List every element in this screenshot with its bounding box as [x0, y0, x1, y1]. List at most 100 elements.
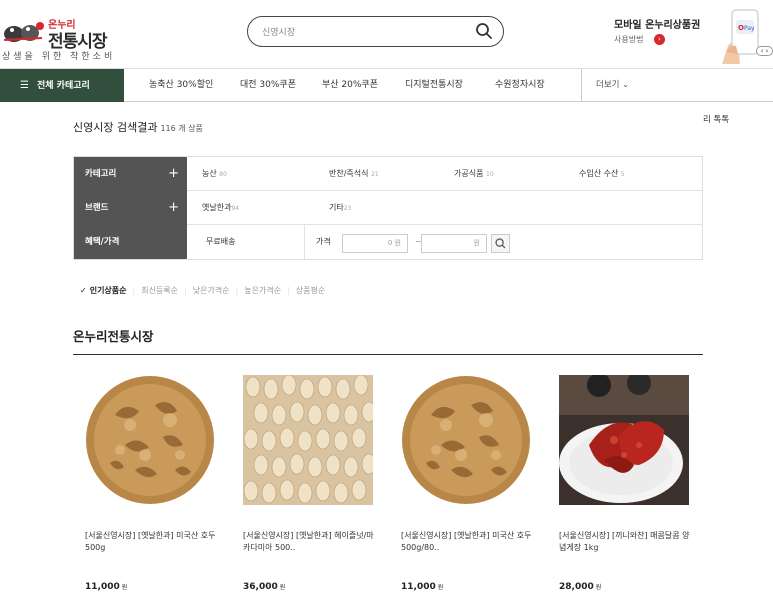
product-image-nuts[interactable] [243, 375, 373, 505]
product-price: 11,000 원 [85, 582, 127, 592]
section-divider [73, 354, 703, 355]
product-price: 11,000 원 [401, 582, 443, 592]
filter-row-benefit-price: 혜택/가격 무료배송 가격 0 원 ~ 원 [74, 225, 702, 259]
sort-newest[interactable]: 최신등록순 [141, 286, 178, 295]
all-categories-button[interactable]: ☰ 전체 카테고리 [0, 69, 124, 102]
filter-label-brand: 브랜드 + [74, 191, 187, 225]
filter-divider [304, 225, 305, 259]
main-nav: ☰ 전체 카테고리 농축산 30%할인 대전 30%쿠폰 부산 20%쿠폰 디지털… [0, 68, 773, 102]
search-input[interactable] [262, 23, 462, 40]
result-title-text: 신영시장 검색결과 [73, 121, 158, 134]
promo-how-to-link[interactable]: 사용방법 [614, 34, 643, 45]
promo-slider-arrows[interactable]: ‹ › [756, 46, 773, 56]
product-card[interactable]: [서울신영시장] [옛날한과] 헤이즐넛/마카다미아 500.. 36,000 원 [243, 375, 383, 595]
product-card[interactable]: [서울신영시장] [끼니와찬] 매콤달콤 양념게장 1kg 28,000 원 [559, 375, 699, 595]
product-name[interactable]: [서울신영시장] [옛날한과] 미국산 호두 500g/80.. [401, 530, 536, 554]
nav-more-button[interactable]: 더보기 ⌄ [596, 69, 629, 102]
filter-option-count: 5 [620, 171, 625, 178]
nav-divider [581, 69, 582, 102]
side-talk-tab[interactable]: 리 톡톡 [703, 113, 729, 125]
chevron-down-icon: ⌄ [622, 80, 630, 90]
filter-brand-text: 브랜드 [85, 203, 109, 213]
product-name[interactable]: [서울신영시장] [옛날한과] 헤이즐넛/마카다미아 500.. [243, 530, 378, 554]
filter-option[interactable]: 수입산 수산 5 [579, 157, 625, 191]
price-max-input[interactable]: 원 [421, 234, 487, 253]
filter-label-benefit: 혜택/가격 [74, 225, 187, 259]
product-image-walnut[interactable] [85, 375, 215, 505]
filter-option-name: 가공식품 [454, 169, 484, 178]
filter-option-name: 수입산 수산 [579, 169, 619, 178]
all-categories-label: 전체 카테고리 [36, 81, 90, 91]
product-price: 36,000 원 [243, 582, 285, 592]
filter-option-count: 94 [231, 205, 240, 212]
product-price-value: 11,000 [85, 582, 120, 592]
filter-row-category: 카테고리 + 농산 80 반찬/즉석식 21 가공식품 10 수입산 수산 5 [74, 157, 702, 191]
product-price-value: 28,000 [559, 582, 594, 592]
product-name[interactable]: [서울신영시장] [끼니와찬] 매콤달콤 양념게장 1kg [559, 530, 694, 554]
filter-option[interactable]: 가공식품 10 [454, 157, 494, 191]
filter-category-text: 카테고리 [85, 169, 117, 179]
sort-bar: ✓ 인기상품순 | 최신등록순 | 낮은가격순 | 높은가격순 | 상품평순 [80, 285, 325, 297]
checkmark-icon: ✓ [80, 286, 87, 295]
promo-title: 모바일 온누리상품권 [614, 20, 701, 31]
product-card[interactable]: [서울신영시장] [옛날한과] 미국산 호두 500g/80.. 11,000 원 [401, 375, 541, 595]
hamburger-menu-icon: ☰ [20, 80, 29, 91]
nav-item-digital-market[interactable]: 디지털전통시장 [405, 69, 463, 102]
filter-option-count: 10 [486, 171, 494, 178]
search-box [247, 16, 504, 47]
filter-option[interactable]: 기타23 [329, 191, 351, 225]
arrow-right-icon[interactable]: › [654, 34, 665, 45]
filter-option-name: 기타 [329, 203, 344, 212]
sort-divider: | [184, 286, 187, 295]
filter-option-count: 23 [343, 205, 352, 212]
filter-option[interactable]: 농산 80 [202, 157, 227, 191]
result-count: 116 개 상품 [160, 124, 203, 133]
sort-reviews[interactable]: 상품평순 [296, 286, 325, 295]
filter-label-category: 카테고리 + [74, 157, 187, 191]
sort-divider: | [235, 286, 239, 295]
plus-icon[interactable]: + [168, 191, 179, 225]
sort-divider: | [287, 286, 290, 295]
search-result-title: 신영시장 검색결과 116 개 상품 [73, 119, 203, 135]
filter-option[interactable]: 옛날한과94 [202, 191, 239, 225]
mobile-voucher-promo[interactable]: 모바일 온누리상품권 사용방법 › O Pay ‹ › [614, 9, 773, 68]
filter-option[interactable]: 반찬/즉석식 21 [329, 157, 379, 191]
price-search-icon[interactable] [491, 234, 510, 253]
filter-row-brand: 브랜드 + 옛날한과94 기타23 [74, 191, 702, 225]
product-image-walnut[interactable] [401, 375, 531, 505]
price-label: 가격 [316, 237, 331, 246]
filter-option-name: 농산 [202, 169, 217, 178]
filter-benefit-text: 혜택/가격 [85, 237, 120, 247]
nav-item-nongchuksan[interactable]: 농축산 30%할인 [149, 69, 213, 102]
product-card[interactable]: [서울신영시장] [옛날한과] 미국산 호두 500g 11,000 원 [85, 375, 225, 595]
product-name[interactable]: [서울신영시장] [옛날한과] 미국산 호두 500g [85, 530, 220, 554]
filter-option-name: 반찬/즉석식 [329, 169, 369, 178]
filter-panel: 카테고리 + 농산 80 반찬/즉석식 21 가공식품 10 수입산 수산 5 … [73, 156, 703, 260]
product-price-value: 36,000 [243, 582, 278, 592]
product-image-crab[interactable] [559, 375, 689, 505]
product-price-currency: 원 [279, 584, 286, 591]
logo[interactable]: 온누리 전통시장 상생을 위한 착한소비 [2, 14, 122, 64]
nav-item-daejeon[interactable]: 대전 30%쿠폰 [240, 69, 296, 102]
product-price: 28,000 원 [559, 582, 601, 592]
header: 온누리 전통시장 상생을 위한 착한소비 모바일 온누리상품권 사용방법 › O… [0, 0, 773, 68]
free-shipping-option[interactable]: 무료배송 [206, 225, 235, 259]
product-price-currency: 원 [121, 584, 128, 591]
filter-option-name: 옛날한과 [202, 203, 232, 212]
price-min-input[interactable]: 0 원 [342, 234, 408, 253]
product-price-currency: 원 [595, 584, 602, 591]
nav-item-busan[interactable]: 부산 20%쿠폰 [322, 69, 378, 102]
filter-option-count: 21 [371, 171, 379, 178]
plus-icon[interactable]: + [168, 157, 179, 191]
sort-divider: | [132, 286, 136, 295]
sort-high-price[interactable]: 높은가격순 [244, 286, 281, 295]
page: 온누리 전통시장 상생을 위한 착한소비 모바일 온누리상품권 사용방법 › O… [0, 0, 773, 595]
search-icon[interactable] [475, 22, 493, 40]
sort-low-price[interactable]: 낮은가격순 [193, 286, 230, 295]
filter-option-count: 80 [219, 171, 227, 178]
nav-more-label: 더보기 [596, 80, 620, 90]
sort-popular[interactable]: 인기상품순 [90, 286, 127, 295]
logo-slogan: 상생을 위한 착한소비 [2, 52, 116, 62]
nav-item-suwon[interactable]: 수원정자시장 [495, 69, 545, 102]
product-price-currency: 원 [437, 584, 444, 591]
